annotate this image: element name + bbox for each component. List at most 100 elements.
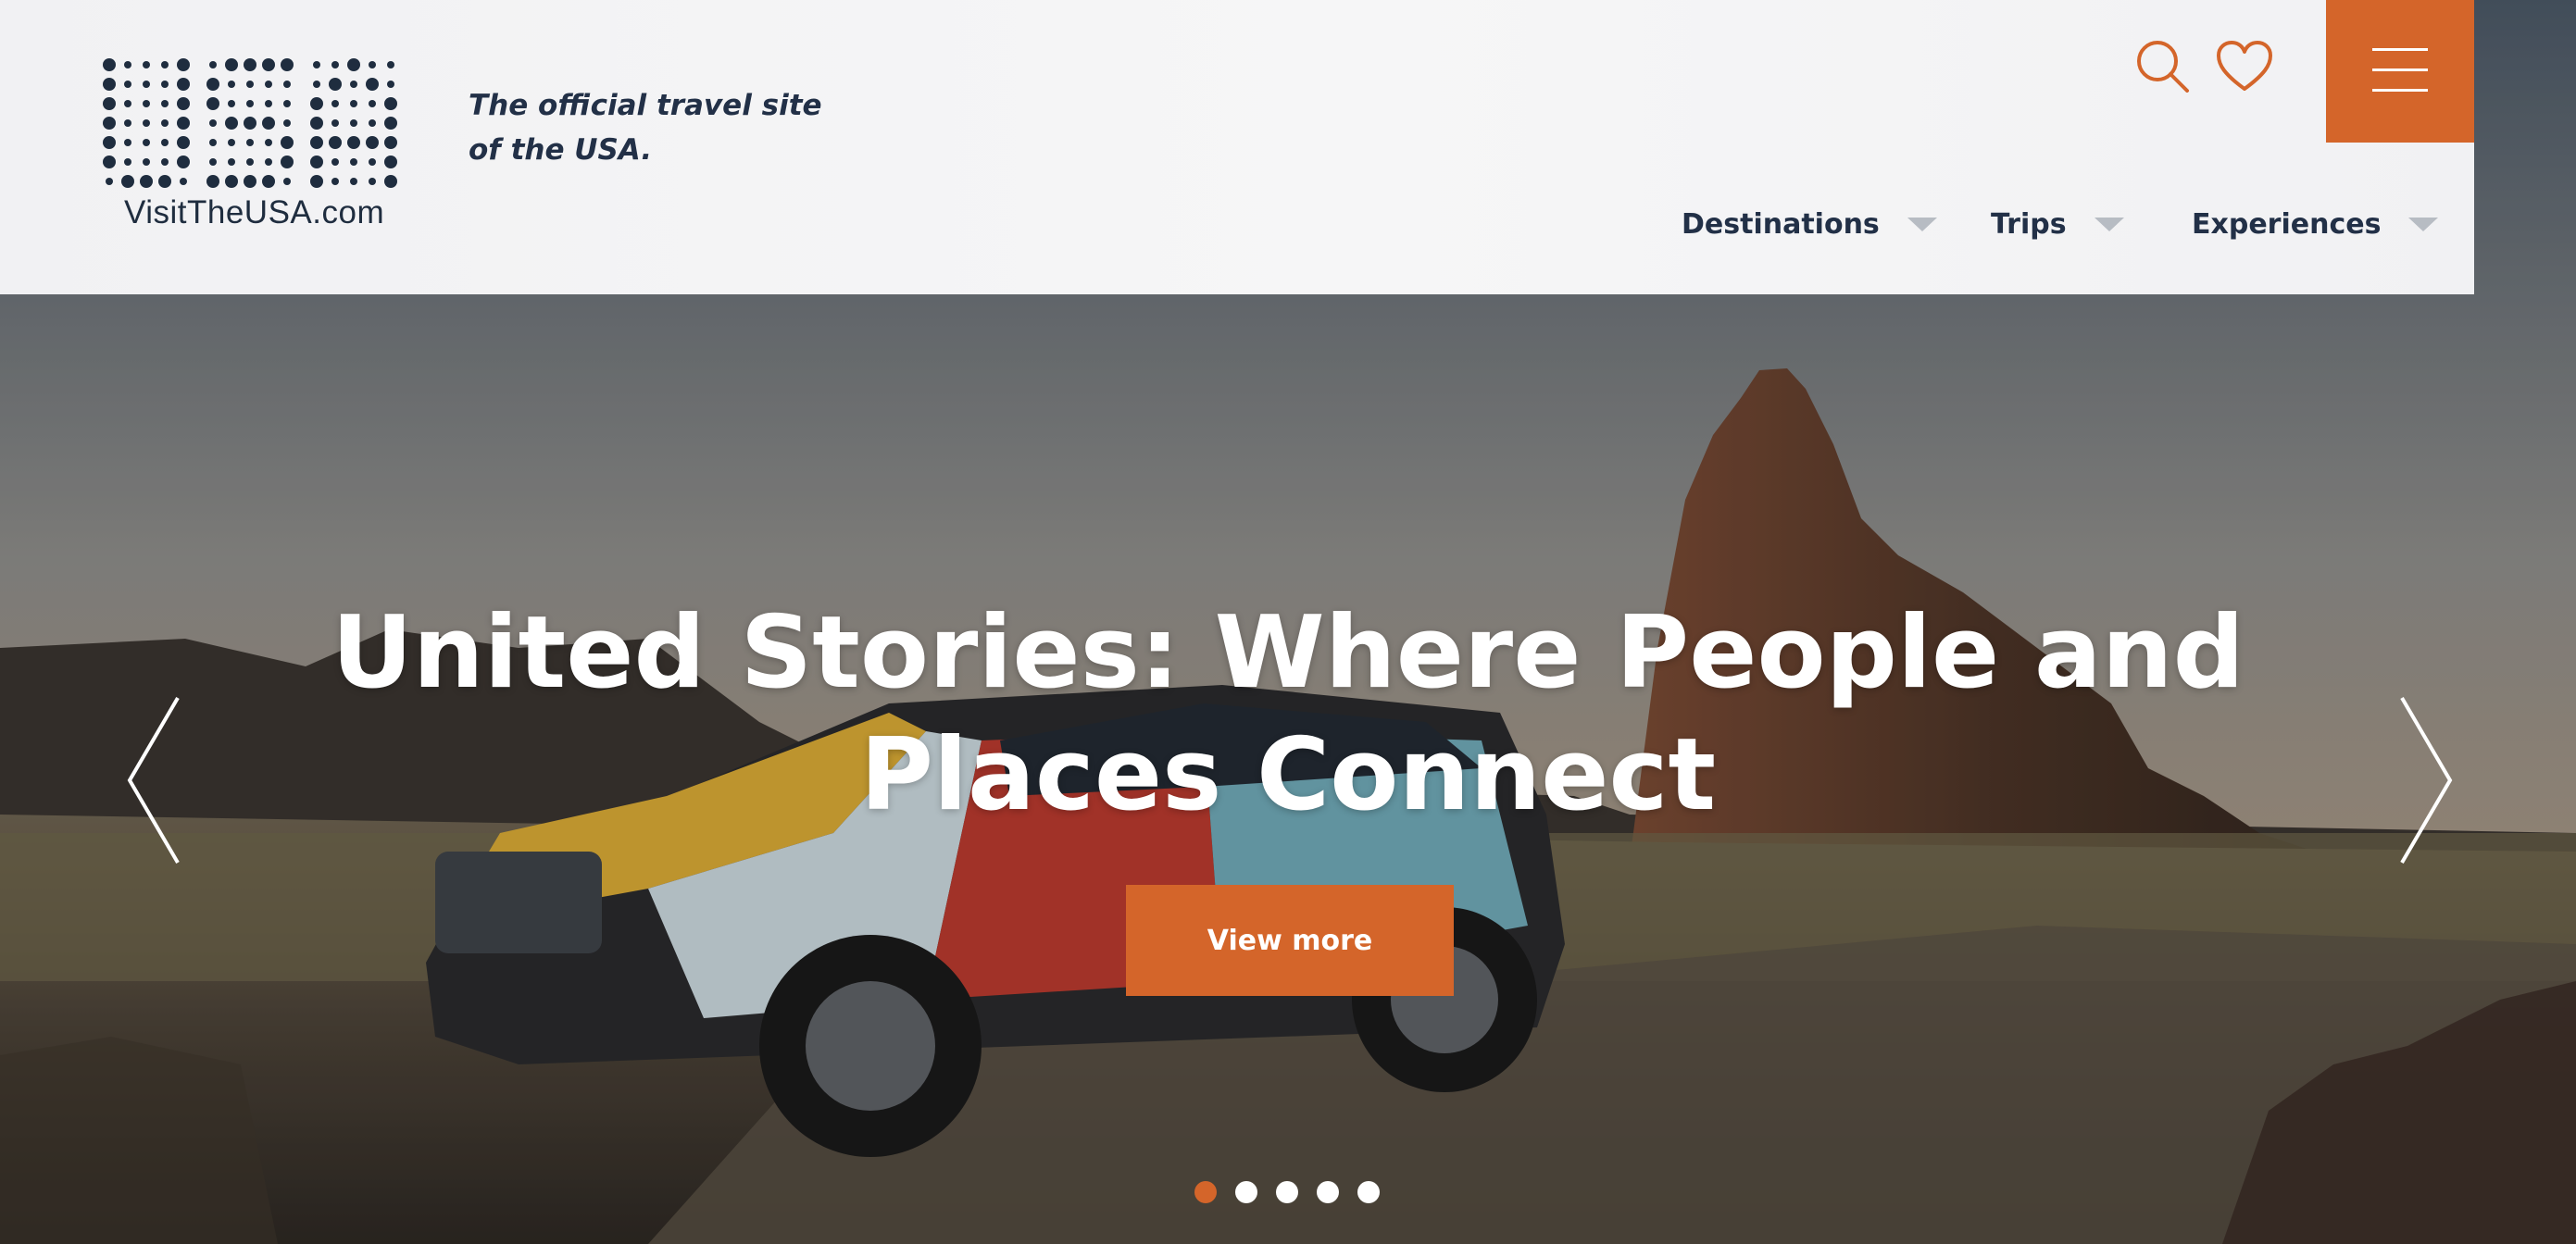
logo-dot [283, 81, 291, 88]
logo-dot [161, 158, 169, 166]
logo-dot [103, 117, 116, 130]
logo-dot [244, 58, 256, 71]
logo-dot [124, 119, 131, 127]
logo-dot [228, 139, 235, 146]
logo-dot [310, 117, 323, 130]
logo-dot [262, 175, 275, 188]
logo-dot [310, 156, 323, 168]
logo-dot [329, 136, 342, 149]
logo-dot [143, 119, 150, 127]
logo-dot [209, 119, 217, 127]
logo-dot [177, 136, 190, 149]
logo-dot [209, 139, 217, 146]
logo-dot [369, 119, 376, 127]
logo-dot [106, 178, 113, 185]
logo-dot [124, 61, 131, 68]
logo-dot [350, 100, 357, 107]
logo-dot [262, 117, 275, 130]
logo-wordmark[interactable]: VisitTheUSA.com [124, 194, 384, 231]
logo-dot [228, 100, 235, 107]
logo-dot [177, 58, 190, 71]
logo-dot [265, 158, 272, 166]
chevron-right-icon[interactable] [2398, 696, 2454, 865]
logo-dot [331, 119, 339, 127]
chevron-left-icon[interactable] [126, 696, 181, 865]
nav-label-trips: Trips [1991, 207, 2067, 241]
site-tagline: The official travel site of the USA. [469, 83, 857, 172]
logo-dot [124, 158, 131, 166]
logo-dot [246, 100, 254, 107]
logo-dot [124, 81, 131, 88]
logo-dot [384, 156, 397, 168]
carousel-dot-3[interactable] [1276, 1181, 1298, 1203]
hero-headline-line-1: United Stories: Where People and [331, 595, 2245, 711]
carousel-dot-2[interactable] [1235, 1181, 1257, 1203]
nav-item-experiences[interactable]: Experiences [2192, 202, 2439, 246]
logo-dot [384, 97, 397, 110]
logo-dot [246, 158, 254, 166]
logo-dot [347, 58, 360, 71]
logo-dot [225, 58, 238, 71]
logo-dot [177, 78, 190, 91]
logo-dot [103, 156, 116, 168]
logo-dot [265, 100, 272, 107]
logo-dot [228, 158, 235, 166]
logo-dot [177, 117, 190, 130]
logo-dot [177, 156, 190, 168]
logo-dot [121, 175, 134, 188]
logo-dot [262, 58, 275, 71]
logo-dot [347, 136, 360, 149]
logo-dot [124, 100, 131, 107]
logo-dot [331, 61, 339, 68]
logo-dot [387, 81, 394, 88]
hamburger-menu-icon-bar-2 [2372, 68, 2428, 71]
logo-dot [143, 81, 150, 88]
nav-label-experiences: Experiences [2192, 207, 2382, 241]
tagline-line-2: of the USA. [469, 133, 653, 167]
carousel-dot-4[interactable] [1317, 1181, 1339, 1203]
logo-dot [244, 175, 256, 188]
chevron-down-icon [2094, 217, 2124, 231]
logo-dot [103, 58, 116, 71]
logo-dot [180, 178, 187, 185]
menu-button[interactable] [2326, 0, 2474, 143]
logo-dot [206, 97, 219, 110]
logo-dot [206, 175, 219, 188]
logo-dot [350, 158, 357, 166]
heart-icon[interactable] [2215, 39, 2274, 94]
logo-dot [265, 81, 272, 88]
logo-dot [103, 78, 116, 91]
logo-dot [124, 139, 131, 146]
logo-dot [143, 158, 150, 166]
nav-item-destinations[interactable]: Destinations [1682, 202, 1937, 246]
logo-dot [283, 119, 291, 127]
logo-dot [369, 158, 376, 166]
logo-dot [103, 97, 116, 110]
logo-dot [313, 81, 320, 88]
search-icon[interactable] [2133, 37, 2193, 96]
logo-dot [161, 61, 169, 68]
hero-headline-line-2: Places Connect [859, 717, 1717, 833]
logo-dot [225, 117, 238, 130]
logo-dot [350, 119, 357, 127]
logo-dot [313, 61, 320, 68]
nav-item-trips[interactable]: Trips [1991, 202, 2124, 246]
logo-dot [283, 100, 291, 107]
tagline-line-1: The official travel site [469, 89, 822, 122]
carousel-dot-5[interactable] [1357, 1181, 1380, 1203]
logo-dot [387, 61, 394, 68]
logo-dot [331, 158, 339, 166]
logo-dot [143, 100, 150, 107]
logo-dot [369, 100, 376, 107]
logo-dot [310, 175, 323, 188]
logo-dot [143, 139, 150, 146]
logo-dot [209, 158, 217, 166]
carousel-dot-1[interactable] [1194, 1181, 1217, 1203]
logo-dot [209, 61, 217, 68]
hamburger-menu-icon [2372, 48, 2428, 51]
chevron-down-icon [2408, 217, 2439, 231]
site-header: VisitTheUSA.com The official travel site… [0, 0, 2474, 294]
logo-dot [369, 178, 376, 185]
view-more-button[interactable]: View more [1126, 885, 1454, 996]
logo-dot [350, 178, 357, 185]
